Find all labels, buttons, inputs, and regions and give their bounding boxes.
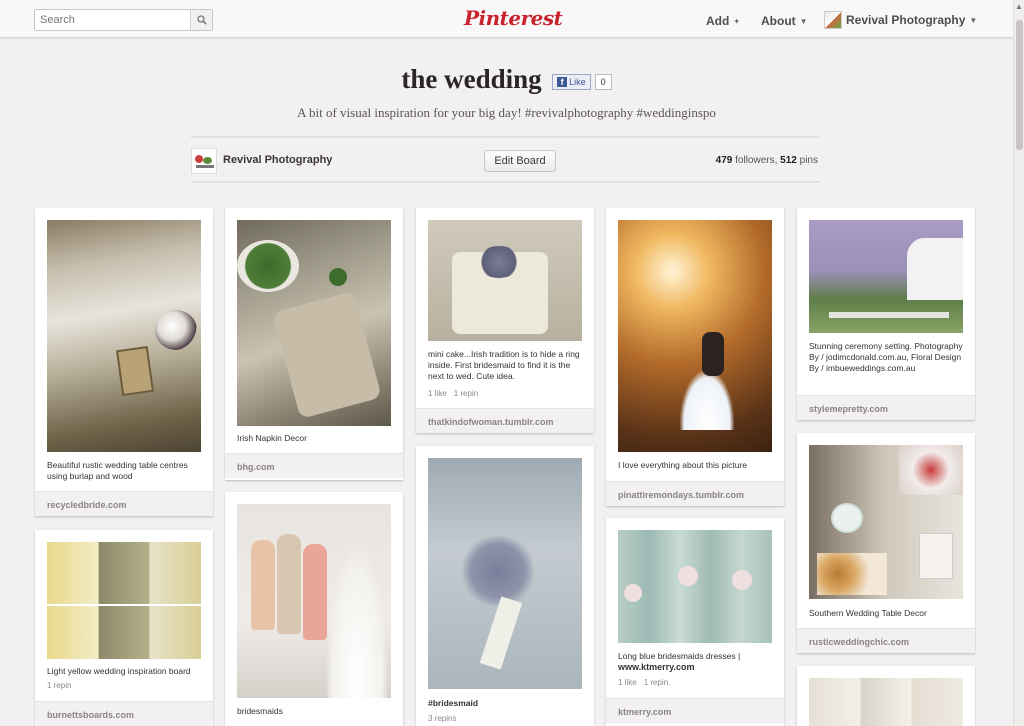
repin-count: 1 repin [643, 678, 669, 687]
like-count: 1 like [618, 678, 637, 687]
board-owner-bar: Revival Photography Edit Board 479 follo… [191, 136, 819, 183]
board-description: A bit of visual inspiration for your big… [297, 105, 716, 120]
scroll-up-arrow-icon[interactable]: ▲ [1015, 2, 1023, 11]
user-menu[interactable]: Revival Photography ▼ [824, 11, 977, 29]
caret-down-icon: ▼ [969, 15, 978, 25]
pin-meta: 1 repin [47, 681, 71, 690]
caret-down-icon: ▼ [799, 16, 808, 26]
pin-image[interactable] [428, 458, 582, 689]
pin-image[interactable] [618, 530, 772, 643]
pins-count: 512 [780, 155, 797, 166]
pin-card[interactable]: Irish Napkin Decor bhg.com [225, 208, 403, 480]
search-box [34, 9, 213, 31]
like-count: 1 like [428, 389, 447, 398]
pin-source[interactable]: recycledbride.com [35, 491, 213, 516]
pin-meta: 1 like 1 repin [428, 389, 478, 398]
pin-description: Light yellow wedding inspiration board [47, 666, 191, 676]
pin-card[interactable]: mini cake...Irish tradition is to hide a… [416, 208, 594, 433]
pin-image[interactable] [237, 220, 391, 426]
pin-card[interactable]: #bridesmaid 3 repins [416, 446, 594, 726]
pin-description: mini cake...Irish tradition is to hide a… [428, 349, 580, 381]
user-name: Revival Photography [846, 13, 966, 27]
edit-board-button[interactable]: Edit Board [484, 150, 556, 172]
pin-image[interactable] [809, 678, 963, 726]
pins-label: pins [799, 155, 818, 166]
pin-description: bridesmaids [237, 706, 283, 716]
add-label: Add [706, 14, 730, 28]
pin-image[interactable] [809, 445, 963, 599]
repin-count: 1 repin [453, 389, 479, 398]
scrollbar[interactable]: ▲ [1013, 0, 1024, 726]
pin-image[interactable] [428, 220, 582, 341]
pin-card[interactable]: Stunning ceremony setting. Photography B… [797, 208, 975, 420]
pin-description: Long blue bridesmaids dresses | [618, 651, 741, 661]
about-menu[interactable]: About ▼ [761, 14, 808, 28]
facebook-like-widget: f Like 0 [552, 73, 612, 90]
search-icon [196, 15, 207, 25]
scroll-thumb[interactable] [1016, 20, 1023, 150]
pin-source[interactable]: thatkindofwoman.tumblr.com [416, 408, 594, 433]
pin-description-link[interactable]: www.ktmerry.com [618, 662, 774, 673]
fb-like-count: 0 [594, 73, 612, 90]
pin-card[interactable]: Light yellow wedding inspiration board 1… [35, 530, 213, 726]
board-header: the wedding f Like 0 [0, 64, 1013, 95]
pin-card[interactable]: bridesmaids [225, 492, 403, 726]
pin-source[interactable]: stylemepretty.com [797, 395, 975, 420]
owner-avatar[interactable] [191, 148, 217, 174]
pin-meta: 3 repins [428, 714, 456, 723]
pin-card[interactable]: Southern Wedding Table Decor rusticweddi… [797, 433, 975, 653]
board-stats: 479 followers, 512 pins [716, 155, 818, 166]
facebook-icon: f [557, 76, 568, 87]
pin-description: Irish Napkin Decor [237, 433, 307, 443]
pin-image[interactable] [47, 542, 201, 659]
board-title: the wedding [401, 64, 542, 94]
search-button[interactable] [190, 10, 212, 30]
repin-count: 3 repins [428, 714, 457, 723]
pin-meta: 1 like 1 repin [618, 678, 668, 687]
pin-source[interactable]: burnettsboards.com [35, 701, 213, 726]
pin-source[interactable]: bhg.com [225, 453, 403, 478]
pin-source[interactable]: pinattiremondays.tumblr.com [606, 481, 784, 506]
pin-image[interactable] [47, 220, 201, 452]
pin-image[interactable] [809, 220, 963, 333]
pin-card[interactable]: Long blue bridesmaids dresses | www.ktme… [606, 518, 784, 726]
fb-like-label: Like [569, 76, 586, 87]
pin-description: Southern Wedding Table Decor [809, 608, 927, 618]
repin-count: 1 repin [47, 681, 72, 690]
pin-source[interactable]: ktmerry.com [606, 698, 784, 723]
user-avatar [824, 11, 842, 29]
add-menu[interactable]: Add ✦ [706, 14, 740, 28]
pin-image[interactable] [237, 504, 391, 698]
about-label: About [761, 14, 796, 28]
search-input[interactable] [35, 10, 191, 30]
top-bar: Pinterest Add ✦ About ▼ Revival Photogra… [0, 0, 1013, 38]
followers-count[interactable]: 479 [716, 155, 733, 166]
pin-card[interactable]: Beautiful rustic wedding table centres u… [35, 208, 213, 516]
pin-image[interactable] [618, 220, 772, 452]
pin-description: #bridesmaid [428, 698, 479, 708]
pin-description: I love everything about this picture [618, 460, 747, 470]
owner-name[interactable]: Revival Photography [223, 154, 332, 166]
facebook-like-button[interactable]: f Like [552, 73, 591, 90]
pinterest-logo[interactable]: Pinterest [464, 6, 563, 30]
pin-card[interactable] [797, 666, 975, 726]
followers-label[interactable]: followers, [735, 155, 777, 166]
plus-icon: ✦ [733, 16, 741, 26]
pin-card[interactable]: I love everything about this picture pin… [606, 208, 784, 506]
pin-description: Beautiful rustic wedding table centres u… [47, 460, 188, 481]
pin-description: Stunning ceremony setting. Photography B… [809, 341, 963, 373]
pin-source[interactable]: rusticweddingchic.com [797, 628, 975, 653]
